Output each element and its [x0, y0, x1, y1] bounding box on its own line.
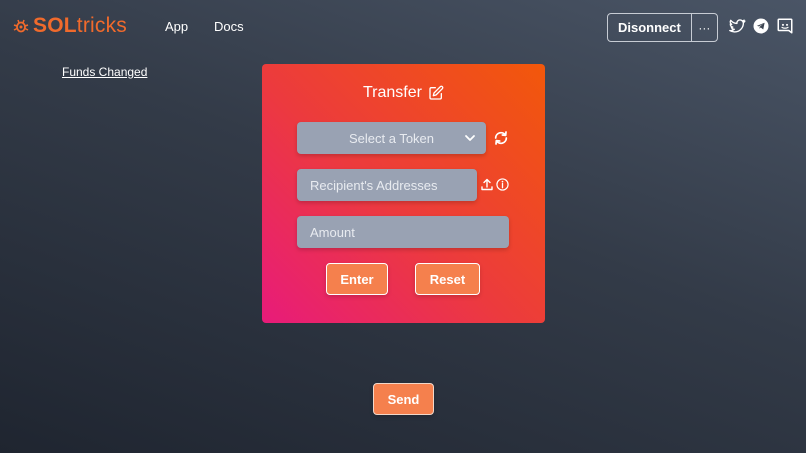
transfer-title: Transfer: [363, 84, 422, 101]
amount-field[interactable]: [297, 216, 509, 248]
amount-input[interactable]: [310, 224, 509, 240]
token-select-placeholder: Select a Token: [348, 130, 435, 146]
more-options-button[interactable]: ···: [690, 14, 717, 41]
edit-icon[interactable]: [428, 85, 444, 101]
logo-light: tricks: [76, 14, 127, 37]
logo[interactable]: SOLtricks: [13, 14, 127, 38]
card-title: Transfer: [262, 84, 545, 102]
nav-docs-link[interactable]: Docs: [214, 19, 244, 34]
logo-text: SOLtricks: [33, 14, 127, 38]
discord-icon[interactable]: [776, 17, 794, 35]
wallet-button-group: Disonnect ···: [607, 13, 718, 42]
recipients-input[interactable]: [310, 177, 477, 193]
reset-button[interactable]: Reset: [415, 263, 480, 295]
enter-button[interactable]: Enter: [326, 263, 388, 295]
chevron-down-icon: [465, 135, 475, 141]
upload-icon[interactable]: [481, 178, 493, 191]
recipients-field[interactable]: [297, 169, 477, 201]
bug-icon: [13, 19, 29, 33]
twitter-icon[interactable]: [728, 17, 746, 35]
transfer-card: Transfer Select a Token Enter Reset: [262, 64, 545, 323]
logo-bold: SOL: [33, 14, 77, 37]
disconnect-button[interactable]: Disonnect: [608, 14, 691, 41]
nav-app-link[interactable]: App: [165, 19, 188, 34]
telegram-icon[interactable]: [752, 17, 770, 35]
info-icon[interactable]: [496, 178, 509, 191]
funds-changed-link[interactable]: Funds Changed: [62, 65, 147, 79]
send-button[interactable]: Send: [373, 383, 434, 415]
token-select[interactable]: Select a Token: [297, 122, 486, 154]
refresh-icon[interactable]: [493, 130, 509, 146]
